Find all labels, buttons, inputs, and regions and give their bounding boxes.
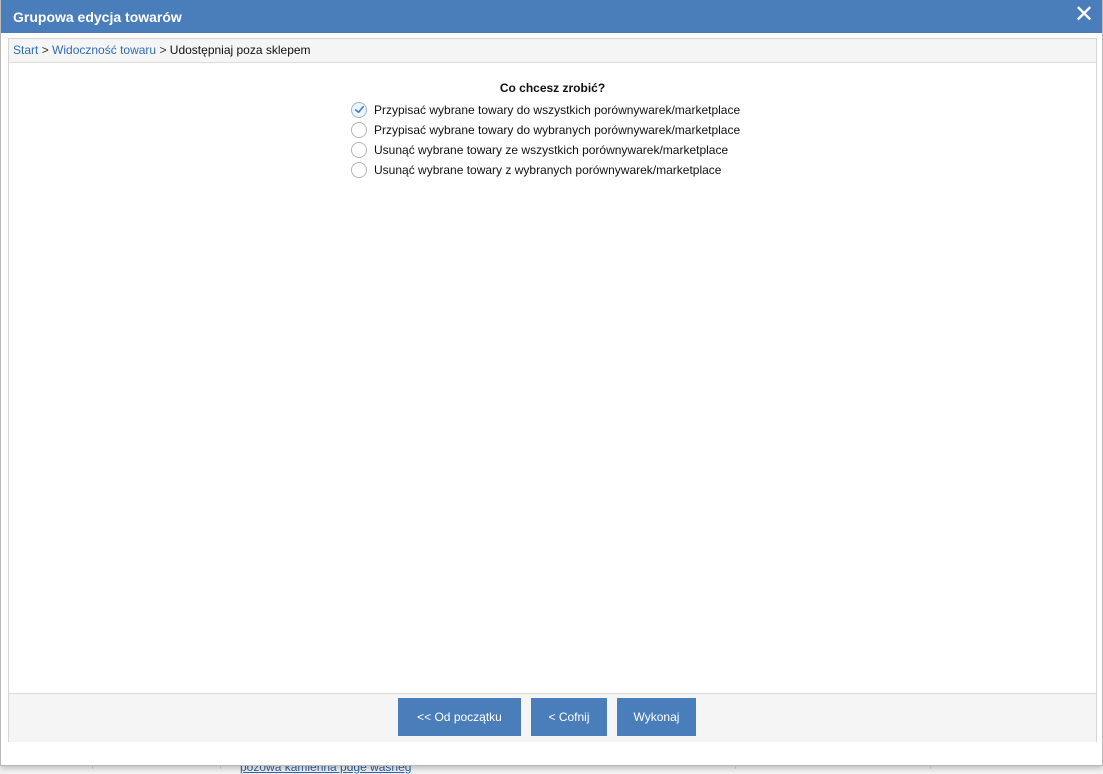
dialog-titlebar: Grupowa edycja towarów ✕ [1,0,1102,33]
dialog-content: Start > Widoczność towaru > Udostępniaj … [8,38,1097,742]
execute-button[interactable]: Wykonaj [617,698,696,736]
bulk-edit-dialog: Grupowa edycja towarów ✕ Start > Widoczn… [0,0,1103,766]
radio-icon[interactable] [351,122,367,138]
option-label: Usunąć wybrane towary ze wszystkich poró… [374,143,729,157]
option-remove-all[interactable]: Usunąć wybrane towary ze wszystkich poró… [351,140,740,160]
option-assign-selected[interactable]: Przypisać wybrane towary do wybranych po… [351,120,740,140]
check-icon [355,105,364,114]
option-label: Przypisać wybrane towary do wybranych po… [374,123,741,137]
option-label: Usunąć wybrane towary z wybranych porówn… [374,163,722,177]
breadcrumb-current: Udostępniaj poza sklepem [169,43,311,57]
action-options: Przypisać wybrane towary do wszystkich p… [351,100,740,180]
breadcrumb-separator: > [41,43,49,57]
dialog-footer: << Od początku < Cofnij Wykonaj [9,693,1096,742]
radio-icon[interactable] [351,142,367,158]
option-assign-all[interactable]: Przypisać wybrane towary do wszystkich p… [351,100,740,120]
radio-icon[interactable] [351,162,367,178]
back-button[interactable]: < Cofnij [531,698,607,736]
start-over-button[interactable]: << Od początku [398,698,521,736]
question-heading: Co chcesz zrobić? [499,81,606,95]
breadcrumb-visibility[interactable]: Widoczność towaru [52,43,156,57]
radio-checked-icon[interactable] [351,102,367,118]
breadcrumb-separator: > [159,43,167,57]
breadcrumb-start[interactable]: Start [13,43,38,57]
breadcrumb: Start > Widoczność towaru > Udostępniaj … [9,39,1096,63]
option-remove-selected[interactable]: Usunąć wybrane towary z wybranych porówn… [351,160,740,180]
dialog-title: Grupowa edycja towarów [13,9,182,25]
close-icon[interactable]: ✕ [1072,3,1096,27]
option-label: Przypisać wybrane towary do wszystkich p… [374,103,741,117]
